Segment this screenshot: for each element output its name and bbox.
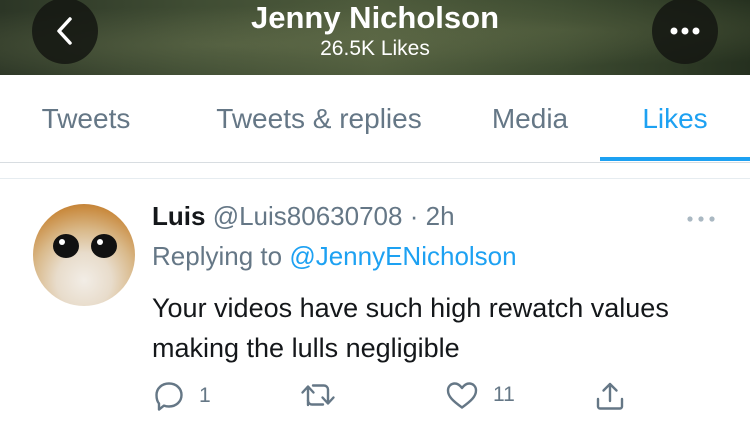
- more-icon: [670, 27, 700, 35]
- like-button[interactable]: 11: [445, 380, 515, 410]
- author-name[interactable]: Luis: [152, 201, 205, 231]
- tab-tweets[interactable]: Tweets: [10, 75, 162, 163]
- more-button[interactable]: [652, 0, 718, 64]
- replying-label: Replying to: [152, 241, 283, 271]
- retweet-button[interactable]: [300, 380, 350, 410]
- like-count: 11: [493, 383, 515, 406]
- reply-button[interactable]: 1: [153, 380, 211, 412]
- reply-icon: [155, 382, 183, 411]
- share-button[interactable]: [594, 380, 626, 412]
- active-tab-indicator: [600, 157, 750, 161]
- avatar-eye: [53, 234, 79, 258]
- avatar[interactable]: [33, 204, 135, 306]
- avatar-eye: [91, 234, 117, 258]
- more-icon: [687, 216, 715, 222]
- author-handle[interactable]: @Luis80630708: [213, 201, 403, 231]
- profile-header: Jenny Nicholson 26.5K Likes: [0, 0, 750, 75]
- tab-media[interactable]: Media: [468, 75, 592, 163]
- replying-to: Replying to @JennyENicholson: [152, 240, 517, 272]
- tweet-header: Luis @Luis80630708 · 2h: [152, 200, 455, 232]
- divider: [0, 163, 750, 179]
- likes-count: 26.5K Likes: [320, 37, 430, 60]
- retweet-icon: [301, 384, 335, 407]
- reply-count: 1: [199, 384, 211, 407]
- profile-tabs: Tweets Tweets & replies Media Likes: [0, 75, 750, 163]
- separator: ·: [409, 201, 419, 231]
- tweet[interactable]: Luis @Luis80630708 · 2h Replying to @Jen…: [0, 180, 750, 430]
- tab-tweets-replies[interactable]: Tweets & replies: [185, 75, 453, 163]
- timestamp: 2h: [425, 201, 455, 231]
- tweet-more-button[interactable]: [686, 210, 716, 228]
- tab-likes[interactable]: Likes: [600, 75, 750, 163]
- like-icon: [446, 382, 478, 409]
- share-icon: [596, 382, 624, 410]
- profile-name: Jenny Nicholson: [250, 0, 500, 35]
- tweet-text: Your videos have such high rewatch value…: [152, 293, 669, 363]
- mention-link[interactable]: @JennyENicholson: [289, 241, 516, 271]
